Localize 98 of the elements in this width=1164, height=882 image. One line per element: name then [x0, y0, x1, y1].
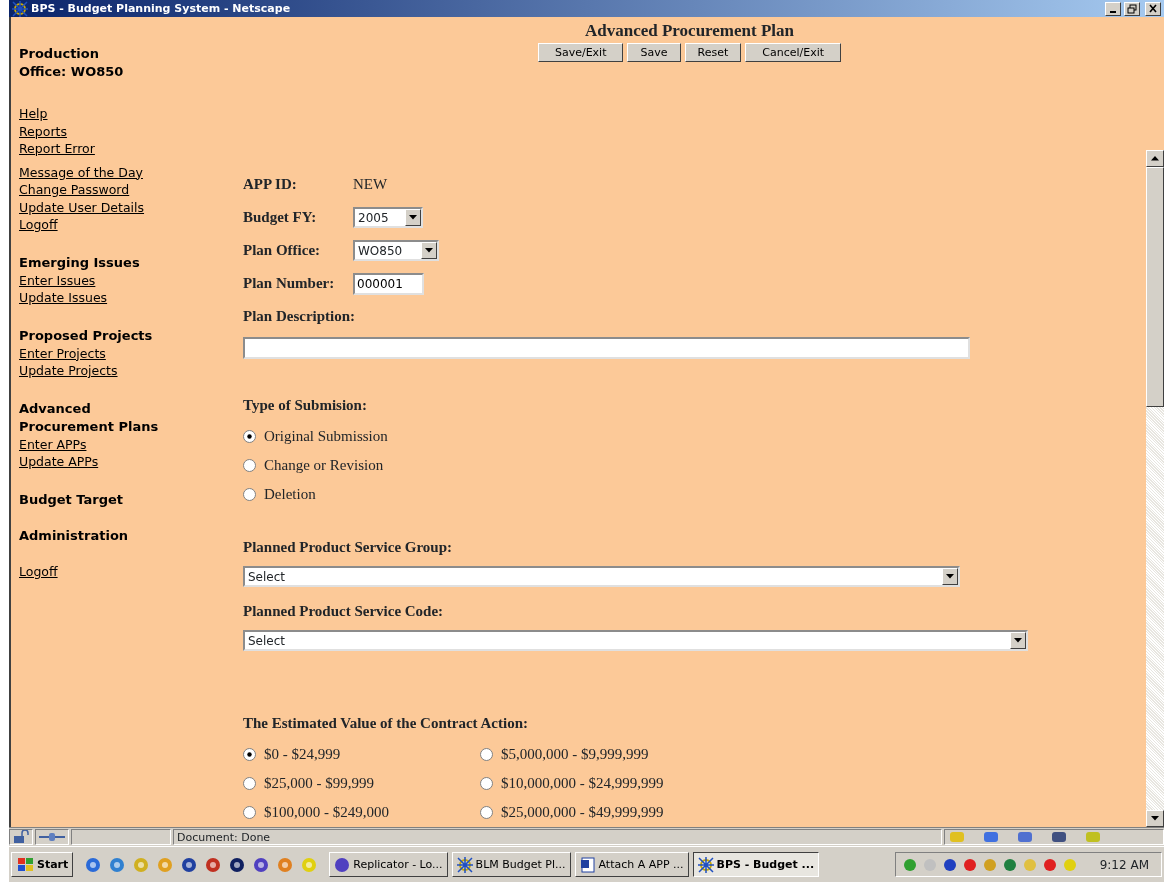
- tray-icon[interactable]: [941, 856, 958, 873]
- action-button[interactable]: Save: [627, 43, 681, 62]
- sidebar-link[interactable]: Update User Details: [19, 198, 145, 216]
- sidebar-link[interactable]: Update Issues: [19, 289, 108, 307]
- radio-button[interactable]: [243, 459, 256, 472]
- dropdown-select[interactable]: Select: [243, 630, 1028, 651]
- sidebar-link[interactable]: Enter APPs: [19, 435, 87, 453]
- app-logo-icon: [456, 856, 473, 873]
- lock-icon: [13, 830, 29, 844]
- radio-button[interactable]: [243, 430, 256, 443]
- radio-label: $0 - $24,999: [264, 746, 341, 763]
- field-label: Plan Description:: [243, 308, 357, 325]
- field-value: NEW: [353, 176, 388, 193]
- taskbar-button[interactable]: Attach A APP ...: [574, 852, 689, 877]
- caret-icon: [409, 215, 417, 220]
- radio-label: $5,000,000 - $9,999,999: [501, 746, 649, 763]
- field-label: Type of Submision:: [243, 397, 368, 414]
- section-heading: Advanced Procurement Plans: [19, 399, 160, 436]
- app-icon[interactable]: [229, 856, 246, 873]
- close-button[interactable]: [1145, 1, 1161, 16]
- component-icon[interactable]: [982, 830, 1000, 844]
- start-button[interactable]: Start: [11, 852, 74, 877]
- field-label: Plan Office:: [243, 242, 322, 259]
- field-label: Plan Number:: [243, 275, 336, 292]
- field-label: APP ID:: [243, 176, 298, 193]
- minimize-button[interactable]: [1105, 1, 1121, 16]
- office-select[interactable]: WO850: [353, 240, 439, 261]
- action-button[interactable]: Save/Exit: [537, 43, 624, 62]
- radio-label: Deletion: [264, 486, 316, 503]
- scroll-down-icon[interactable]: [1151, 816, 1159, 821]
- sidebar-link[interactable]: Update APPs: [19, 453, 99, 471]
- app-icon[interactable]: [181, 856, 198, 873]
- clock: 9:12 AM: [1099, 857, 1149, 872]
- sidebar-link[interactable]: Change Password: [19, 181, 130, 199]
- radio-label: $100,000 - $249,000: [264, 804, 389, 821]
- caret-icon: [1014, 638, 1022, 643]
- minimize-icon: [1110, 11, 1116, 13]
- sidebar-link[interactable]: Enter Projects: [19, 344, 106, 362]
- app-icon[interactable]: [253, 856, 270, 873]
- radio-label: $10,000,000 - $24,999,999: [501, 775, 664, 792]
- component-icon[interactable]: [1050, 830, 1068, 844]
- sidebar-link[interactable]: Enter Issues: [19, 271, 96, 289]
- status-text: Document: Done: [177, 830, 271, 844]
- radio-button[interactable]: [480, 777, 493, 790]
- action-button[interactable]: Reset: [684, 43, 742, 62]
- input-field[interactable]: [243, 337, 970, 359]
- caret-icon: [425, 248, 433, 253]
- tray-icon[interactable]: [961, 856, 978, 873]
- office-heading: Production Office: WO850: [19, 45, 125, 81]
- page-title: Advanced Procurement Plan: [584, 21, 795, 41]
- connection-icon: [39, 832, 65, 842]
- sidebar-link[interactable]: Message of the Day: [19, 163, 143, 181]
- window-title: BPS - Budget Planning System - Netscape: [31, 2, 292, 15]
- radio-button[interactable]: [480, 806, 493, 819]
- tray-icon[interactable]: [1041, 856, 1058, 873]
- restore-icon: [1127, 3, 1137, 14]
- sidebar-link[interactable]: Logoff: [19, 216, 58, 234]
- field-label: Planned Product Service Code:: [243, 603, 445, 620]
- section-heading: Budget Target: [19, 490, 125, 509]
- section-heading: Administration: [19, 526, 130, 545]
- windows-logo-icon: [16, 856, 34, 873]
- radio-button[interactable]: [243, 806, 256, 819]
- radio-label: $25,000 - $99,999: [264, 775, 374, 792]
- section-heading: Emerging Issues: [19, 253, 141, 272]
- sidebar-link[interactable]: Update Projects: [19, 362, 118, 380]
- field-label: Planned Product Service Group:: [243, 539, 454, 556]
- year-select[interactable]: 2005: [353, 207, 423, 228]
- close-icon: [1148, 3, 1158, 14]
- taskbar-button[interactable]: Replicator - Lo...: [329, 852, 448, 877]
- field-label: Budget FY:: [243, 209, 318, 226]
- tray-icon[interactable]: [1001, 856, 1018, 873]
- radio-label: Change or Revision: [264, 457, 384, 474]
- radio-button[interactable]: [243, 488, 256, 501]
- radio-button[interactable]: [480, 748, 493, 761]
- taskbar-button[interactable]: BPS - Budget ...: [692, 852, 820, 877]
- sidebar-link[interactable]: Reports: [19, 122, 67, 140]
- radio-label: Original Submission: [264, 428, 388, 445]
- input-field[interactable]: 000001: [353, 272, 424, 295]
- action-button[interactable]: Cancel/Exit: [745, 43, 842, 62]
- restore-button[interactable]: [1124, 1, 1140, 16]
- radio-label: $25,000,000 - $49,999,999: [501, 804, 664, 821]
- scroll-up-icon[interactable]: [1151, 156, 1159, 161]
- app-icon: [334, 856, 351, 873]
- scrollbar[interactable]: [1146, 150, 1164, 827]
- field-label: The Estimated Value of the Contract Action:: [243, 715, 529, 732]
- component-icon[interactable]: [1016, 830, 1034, 844]
- dropdown-select[interactable]: Select: [243, 566, 960, 587]
- caret-icon: [946, 574, 954, 579]
- sidebar-link[interactable]: Help: [19, 105, 48, 123]
- document-icon: [579, 856, 596, 873]
- sidebar-link[interactable]: Logoff: [19, 562, 58, 580]
- radio-button[interactable]: [243, 748, 256, 761]
- taskbar-button[interactable]: BLM Budget Pl...: [451, 852, 571, 877]
- app-logo-icon: [697, 856, 714, 873]
- app-logo-icon: [12, 0, 28, 17]
- sidebar-link[interactable]: Report Error: [19, 140, 95, 158]
- section-heading: Proposed Projects: [19, 326, 154, 345]
- radio-button[interactable]: [243, 777, 256, 790]
